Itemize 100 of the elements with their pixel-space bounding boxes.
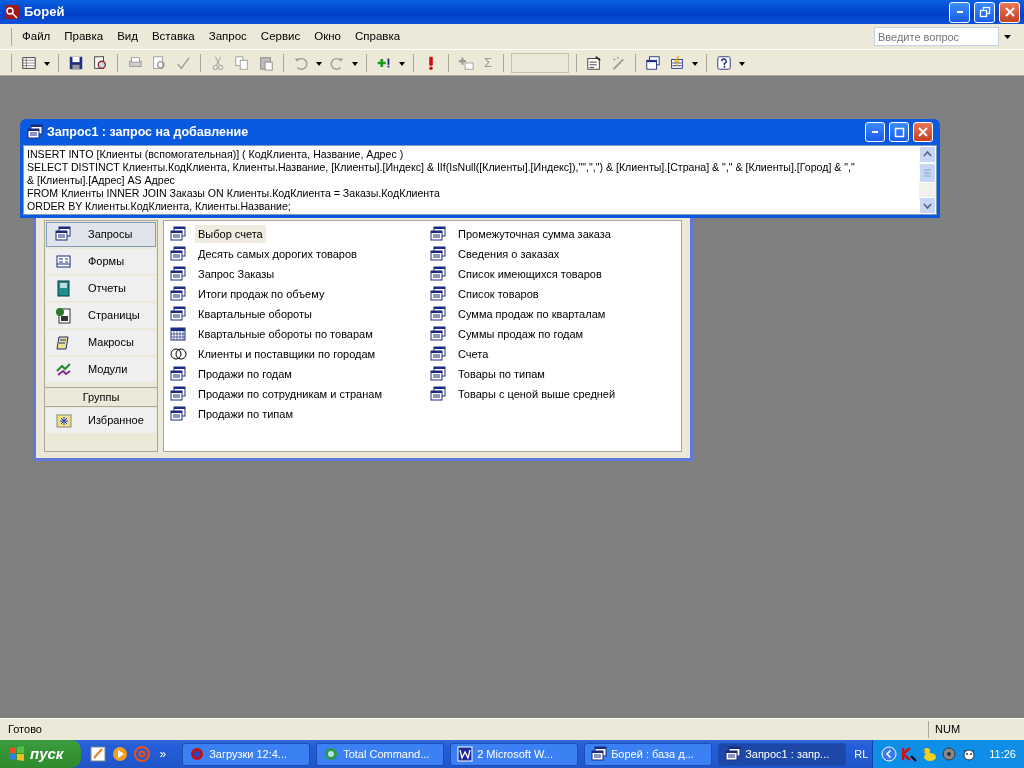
chevron-left-icon[interactable]	[881, 746, 898, 762]
minimize-button[interactable]	[865, 122, 885, 142]
close-button[interactable]	[913, 122, 933, 142]
query-icon	[27, 124, 43, 140]
object-type-item[interactable]: Формы	[46, 249, 156, 274]
language-indicator[interactable]: RL	[854, 745, 869, 763]
query-item[interactable]: Счета	[455, 344, 492, 364]
query-icon	[170, 366, 187, 382]
num-lock-indicator: NUM	[928, 721, 1024, 738]
database-icon	[591, 746, 608, 762]
query-icon	[725, 746, 742, 762]
query-icon	[430, 346, 447, 362]
object-type-item[interactable]: Запросы	[46, 222, 156, 247]
union-query-icon	[170, 346, 187, 362]
media-player-icon[interactable]	[111, 745, 130, 763]
sql-line: SELECT DISTINCT Клиенты.КодКлиента, Клиенты.Название, [Клиенты].[Индекс] & IIf(IsNull([Клиенты].[Индекс]),"",",") & [Клиенты].[Страна] & "," & [Клиенты].[Город] & ","	[27, 161, 856, 174]
object-type-item[interactable]: Страницы	[46, 303, 156, 328]
query-item[interactable]: Продажи по сотрудникам и странам	[195, 384, 385, 404]
form-icon	[55, 253, 72, 270]
query-item[interactable]: Квартальные обороты по товарам	[195, 324, 376, 344]
query-icon	[55, 226, 72, 243]
module-icon	[55, 361, 72, 378]
taskbar-button[interactable]: 2 Microsoft W...	[450, 742, 579, 766]
query-item[interactable]: Список товаров	[455, 284, 542, 304]
window-title: Запрос1 : запрос на добавление	[47, 123, 250, 141]
crosstab-query-icon	[170, 326, 187, 342]
query-icon	[430, 286, 447, 302]
close-button[interactable]	[999, 1, 1020, 23]
query-icon	[430, 226, 447, 242]
group-item[interactable]: Избранное	[46, 408, 156, 433]
query-icon	[170, 226, 187, 242]
query-item[interactable]: Квартальные обороты	[195, 304, 315, 324]
sql-line: INSERT INTO [Клиенты (вспомогательная)] ( КодКлиента, Название, Адрес )	[27, 148, 405, 161]
query-icon	[430, 266, 447, 282]
restore-button[interactable]	[974, 1, 995, 23]
query-item[interactable]: Суммы продаж по годам	[455, 324, 587, 344]
query-item[interactable]: Промежуточная сумма заказа	[455, 224, 614, 244]
top-values-field[interactable]	[511, 52, 570, 73]
taskbar-button[interactable]: Загрузки 12:4...	[182, 742, 311, 766]
object-type-item[interactable]: Модули	[46, 357, 156, 382]
maximize-icon	[893, 126, 905, 138]
query-icon	[170, 246, 187, 262]
menu-item[interactable]: Файл	[15, 25, 58, 48]
windows-logo-icon	[8, 745, 26, 763]
close-icon	[1003, 6, 1016, 18]
scroll-thumb-icon[interactable]	[919, 163, 936, 183]
scroll-up-icon[interactable]	[919, 146, 936, 163]
menu-item[interactable]: Сервис	[253, 25, 308, 48]
query-icon	[430, 386, 447, 402]
query-item[interactable]: Продажи по годам	[195, 364, 295, 384]
favorites-folder-icon	[55, 412, 72, 429]
scroll-down-icon[interactable]	[919, 197, 936, 214]
menu-item[interactable]: Справка	[347, 25, 408, 48]
word-processor-icon	[457, 746, 474, 762]
query-icon	[170, 386, 187, 402]
minimize-icon	[956, 11, 963, 13]
minimize-button[interactable]	[949, 1, 970, 23]
object-type-item[interactable]: Отчеты	[46, 276, 156, 301]
query-icon	[430, 246, 447, 262]
maximize-button[interactable]	[889, 122, 909, 142]
menu-item[interactable]: Вид	[110, 25, 145, 48]
taskbar-button[interactable]: Запрос1 : запр...	[718, 742, 847, 766]
object-type-item[interactable]: Макросы	[46, 330, 156, 355]
vertical-scrollbar[interactable]	[919, 146, 936, 214]
taskbar-button[interactable]: Борей : база д...	[584, 742, 713, 766]
minimize-icon	[872, 131, 878, 133]
menu-item[interactable]: Окно	[307, 25, 348, 48]
menu-item[interactable]: Запрос	[201, 25, 254, 48]
query-item[interactable]: Товары по типам	[455, 364, 548, 384]
start-button[interactable]: пуск	[0, 740, 82, 768]
query-item[interactable]: Итоги продаж по объему	[195, 284, 328, 304]
sql-editor[interactable]	[23, 145, 937, 215]
query-item[interactable]: Запрос Заказы	[195, 264, 278, 284]
query-icon	[170, 286, 187, 302]
groups-header[interactable]: Группы	[45, 387, 157, 407]
notepad-icon[interactable]	[89, 745, 108, 763]
taskbar-button[interactable]: Total Command...	[316, 742, 445, 766]
query-item[interactable]: Список имеющихся товаров	[455, 264, 605, 284]
query-item[interactable]: Товары с ценой выше средней	[455, 384, 619, 404]
query-item[interactable]: Десять самых дорогих товаров	[195, 244, 360, 264]
query-item[interactable]: Клиенты и поставщики по городам	[195, 344, 379, 364]
restore-icon	[978, 6, 991, 18]
menu-item[interactable]: Вставка	[144, 25, 202, 48]
close-icon	[917, 126, 929, 138]
more-button[interactable]: »	[159, 745, 167, 763]
query-item[interactable]: Сведения о заказах	[455, 244, 563, 264]
window-title: Борей	[24, 3, 66, 22]
query-item[interactable]: Сумма продаж по кварталам	[455, 304, 609, 324]
query-icon	[170, 406, 187, 422]
query-icon	[430, 306, 447, 322]
query-icon	[430, 326, 447, 342]
sql-line: FROM Клиенты INNER JOIN Заказы ON Клиенты.КодКлиента = Заказы.КодКлиента	[27, 187, 441, 200]
sql-line: & [Клиенты].[Адрес] AS Адрес	[27, 174, 176, 187]
sql-line: ORDER BY Клиенты.КодКлиента, Клиенты.Название;	[27, 200, 292, 213]
query-item[interactable]: Продажи по типам	[195, 404, 296, 424]
report-icon	[55, 280, 72, 297]
query-item[interactable]: Выбор счета	[195, 224, 266, 244]
menu-item[interactable]: Правка	[57, 25, 111, 48]
help-search-field[interactable]: Введите вопрос	[874, 27, 999, 46]
query-icon	[170, 306, 187, 322]
